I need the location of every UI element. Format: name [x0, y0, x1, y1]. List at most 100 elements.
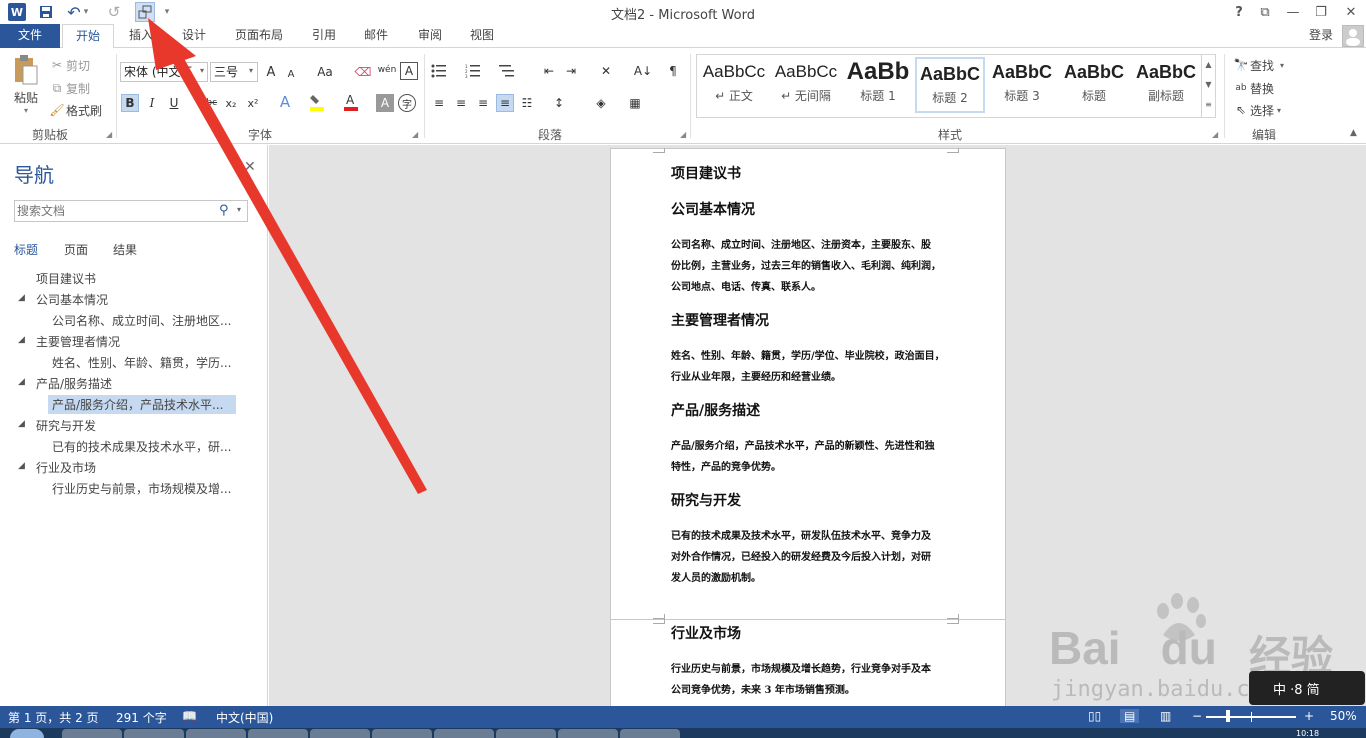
style-heading-3[interactable]: AaBbC 标题 3	[987, 57, 1057, 113]
paragraph-launcher-icon[interactable]: ◢	[680, 130, 686, 139]
align-right-icon[interactable]: ≡	[474, 94, 492, 112]
zoom-slider-thumb[interactable]	[1226, 710, 1230, 722]
sort-icon[interactable]: A↓	[634, 62, 652, 80]
zoom-in-button[interactable]: +	[1304, 709, 1314, 723]
collapse-triangle-icon[interactable]: ◢	[18, 377, 25, 387]
tab-file[interactable]: 文件	[0, 24, 60, 48]
paste-button[interactable]: 粘贴 ▾	[8, 54, 44, 118]
taskbar-app[interactable]	[434, 729, 494, 738]
tab-mailings[interactable]: 邮件	[358, 24, 394, 48]
taskbar-app[interactable]	[558, 729, 618, 738]
close-button[interactable]: ✕	[1338, 2, 1364, 22]
styles-scroll[interactable]: ▲ ▼ ≡	[1201, 55, 1215, 117]
taskbar-app[interactable]	[248, 729, 308, 738]
justify-icon[interactable]: ≡	[496, 94, 514, 112]
document-heading[interactable]: 公司基本情况	[671, 199, 755, 219]
show-marks-icon[interactable]: ¶	[664, 62, 682, 80]
copy-button[interactable]: ⧉ 复制	[48, 79, 90, 97]
font-color-icon[interactable]: A	[342, 93, 360, 111]
start-button[interactable]	[10, 729, 44, 738]
collapse-ribbon-icon[interactable]: ▲	[1350, 128, 1357, 138]
font-name-dropdown-icon[interactable]: ▾	[200, 66, 204, 75]
nav-heading-item[interactable]: 公司名称、成立时间、注册地区...	[48, 311, 235, 330]
nav-heading-item[interactable]: 主要管理者情况	[32, 332, 124, 351]
style-subtitle[interactable]: AaBbC 副标题	[1131, 57, 1201, 113]
phonetic-guide-button[interactable]: wén	[376, 61, 398, 79]
document-paragraph[interactable]: 行业历史与前景，市场规模及增长趋势，行业竞争对手及本 公司竞争优势，未来 3 年市…	[671, 659, 949, 701]
taskbar-app[interactable]	[372, 729, 432, 738]
replace-button[interactable]: ab 替换	[1232, 79, 1274, 97]
select-button[interactable]: ⇖ 选择 ▾	[1232, 101, 1281, 119]
style-normal[interactable]: AaBbCc ↵ 正文	[699, 57, 769, 113]
search-icon[interactable]: ⚲	[219, 203, 229, 218]
search-dropdown-icon[interactable]: ▾	[237, 205, 241, 214]
clear-formatting-icon[interactable]: ⌫	[354, 63, 372, 81]
zoom-level[interactable]: 50%	[1330, 709, 1357, 723]
collapse-triangle-icon[interactable]: ◢	[18, 335, 25, 345]
document-heading[interactable]: 研究与开发	[671, 490, 741, 510]
document-page[interactable]: 行业及市场行业历史与前景，市场规模及增长趋势，行业竞争对手及本 公司竞争优势，未来…	[610, 619, 1006, 719]
ribbon-display-options-button[interactable]: ⧉	[1252, 2, 1278, 22]
styles-launcher-icon[interactable]: ◢	[1212, 130, 1218, 139]
collapse-triangle-icon[interactable]: ◢	[18, 461, 25, 471]
word-count[interactable]: 291 个字	[116, 709, 167, 726]
read-mode-icon[interactable]: ▯▯	[1088, 709, 1101, 723]
sign-in-link[interactable]: 登录	[1304, 24, 1338, 48]
nav-heading-item[interactable]: 产品/服务描述	[32, 374, 116, 393]
proofing-icon[interactable]: 📖	[182, 709, 197, 723]
grow-font-button[interactable]: A	[262, 63, 280, 81]
web-layout-icon[interactable]: ▥	[1160, 709, 1171, 723]
align-center-icon[interactable]: ≡	[452, 94, 470, 112]
tab-references[interactable]: 引用	[306, 24, 342, 48]
underline-button[interactable]: U	[165, 94, 183, 112]
document-heading[interactable]: 主要管理者情况	[671, 310, 769, 330]
zoom-out-button[interactable]: −	[1192, 709, 1202, 723]
style-heading-1[interactable]: AaBb 标题 1	[843, 57, 913, 113]
document-heading[interactable]: 产品/服务描述	[671, 400, 760, 420]
tab-insert[interactable]: 插入	[122, 24, 160, 48]
bold-button[interactable]: B	[121, 94, 139, 112]
taskbar-app[interactable]	[62, 729, 122, 738]
document-paragraph[interactable]: 公司名称、成立时间、注册地区、注册资本，主要股东、股 份比例，主营业务，过去三年的…	[671, 235, 949, 298]
tab-layout[interactable]: 页面布局	[228, 24, 290, 48]
nav-heading-item[interactable]: 产品/服务介绍，产品技术水平...	[48, 395, 236, 414]
document-heading[interactable]: 项目建议书	[671, 163, 741, 183]
nav-heading-item[interactable]: 公司基本情况	[32, 290, 112, 309]
text-effects-icon[interactable]: A	[276, 93, 294, 111]
document-heading[interactable]: 行业及市场	[671, 623, 741, 643]
shading-icon[interactable]: ◈	[592, 94, 610, 112]
strikethrough-button[interactable]: abc	[198, 94, 220, 112]
superscript-button[interactable]: x²	[244, 94, 262, 112]
line-spacing-icon[interactable]: ↕	[550, 94, 568, 112]
tab-view[interactable]: 视图	[464, 24, 500, 48]
nav-heading-item[interactable]: 行业及市场	[32, 458, 100, 477]
nav-heading-item[interactable]: 姓名、性别、年龄、籍贯，学历...	[48, 353, 235, 372]
style-no-spacing[interactable]: AaBbCc ↵ 无间隔	[771, 57, 841, 113]
document-paragraph[interactable]: 已有的技术成果及技术水平，研发队伍技术水平、竞争力及 对外合作情况，已经投入的研发…	[671, 526, 949, 589]
taskbar-app[interactable]	[186, 729, 246, 738]
search-input[interactable]	[15, 201, 211, 221]
help-button[interactable]: ?	[1226, 2, 1252, 22]
distributed-icon[interactable]: ☷	[518, 94, 536, 112]
avatar[interactable]	[1342, 25, 1364, 47]
multilevel-list-icon[interactable]	[498, 62, 516, 80]
cut-button[interactable]: ✂ 剪切	[48, 56, 90, 74]
document-paragraph[interactable]: 产品/服务介绍，产品技术水平，产品的新颖性、先进性和独 特性，产品的竞争优势。	[671, 436, 949, 478]
enclose-characters-icon[interactable]: 字	[398, 94, 416, 112]
bullets-icon[interactable]	[430, 62, 448, 80]
page-count[interactable]: 第 1 页，共 2 页	[8, 709, 99, 726]
tab-review[interactable]: 审阅	[412, 24, 448, 48]
taskbar-app[interactable]	[620, 729, 680, 738]
taskbar-app[interactable]	[124, 729, 184, 738]
taskbar-app[interactable]	[310, 729, 370, 738]
nav-close-icon[interactable]: ✕	[244, 159, 256, 175]
ime-toolbar[interactable]: 中 ·8 简	[1249, 671, 1365, 705]
nav-heading-item[interactable]: 行业历史与前景，市场规模及增...	[48, 479, 235, 498]
change-case-button[interactable]: Aa	[310, 63, 340, 81]
taskbar-app[interactable]	[496, 729, 556, 738]
tab-design[interactable]: 设计	[176, 24, 212, 48]
nav-tab-headings[interactable]: 标题	[14, 241, 38, 258]
nav-search-box[interactable]: ⚲ ▾	[14, 200, 248, 222]
character-shading-icon[interactable]: A	[376, 94, 394, 112]
language[interactable]: 中文(中国)	[216, 709, 273, 726]
